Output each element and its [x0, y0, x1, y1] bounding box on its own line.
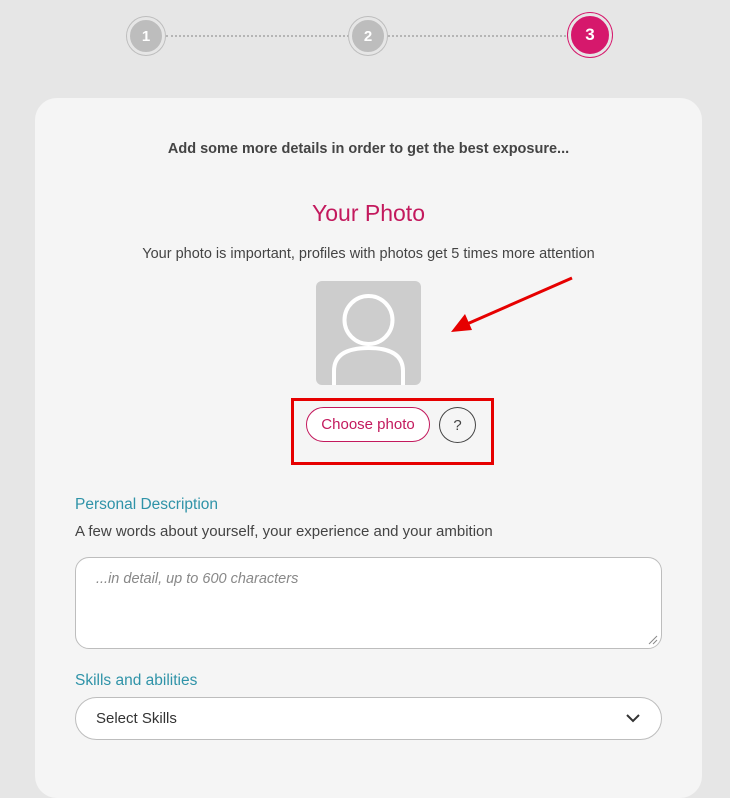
step-2[interactable]: 2	[349, 17, 387, 55]
skills-select[interactable]: Select Skills	[75, 697, 662, 740]
avatar-placeholder[interactable]	[316, 281, 421, 385]
photo-section-subtitle: Your photo is important, profiles with p…	[142, 246, 595, 262]
personal-description-hint: A few words about yourself, your experie…	[75, 523, 493, 540]
choose-photo-button[interactable]: Choose photo	[306, 407, 430, 442]
resize-grip-icon[interactable]	[648, 635, 658, 645]
personal-description-label: Personal Description	[75, 496, 219, 513]
personal-description-textarea[interactable]: ...in detail, up to 600 characters	[75, 557, 662, 649]
photo-section-title: Your Photo	[312, 200, 425, 226]
photo-help-button[interactable]: ?	[439, 407, 476, 443]
textarea-placeholder: ...in detail, up to 600 characters	[96, 571, 299, 587]
step-1[interactable]: 1	[127, 17, 165, 55]
step-3[interactable]: 3	[568, 13, 612, 57]
stepper: 1 2 3	[0, 0, 730, 80]
chevron-down-icon	[626, 714, 640, 723]
intro-text: Add some more details in order to get th…	[167, 141, 570, 157]
red-arrow-icon	[451, 276, 573, 332]
step-connector-2-3	[388, 35, 570, 37]
skills-label: Skills and abilities	[75, 672, 198, 689]
user-silhouette-icon	[332, 294, 405, 385]
skills-select-value: Select Skills	[96, 710, 177, 727]
step-connector-1-2	[166, 35, 349, 37]
